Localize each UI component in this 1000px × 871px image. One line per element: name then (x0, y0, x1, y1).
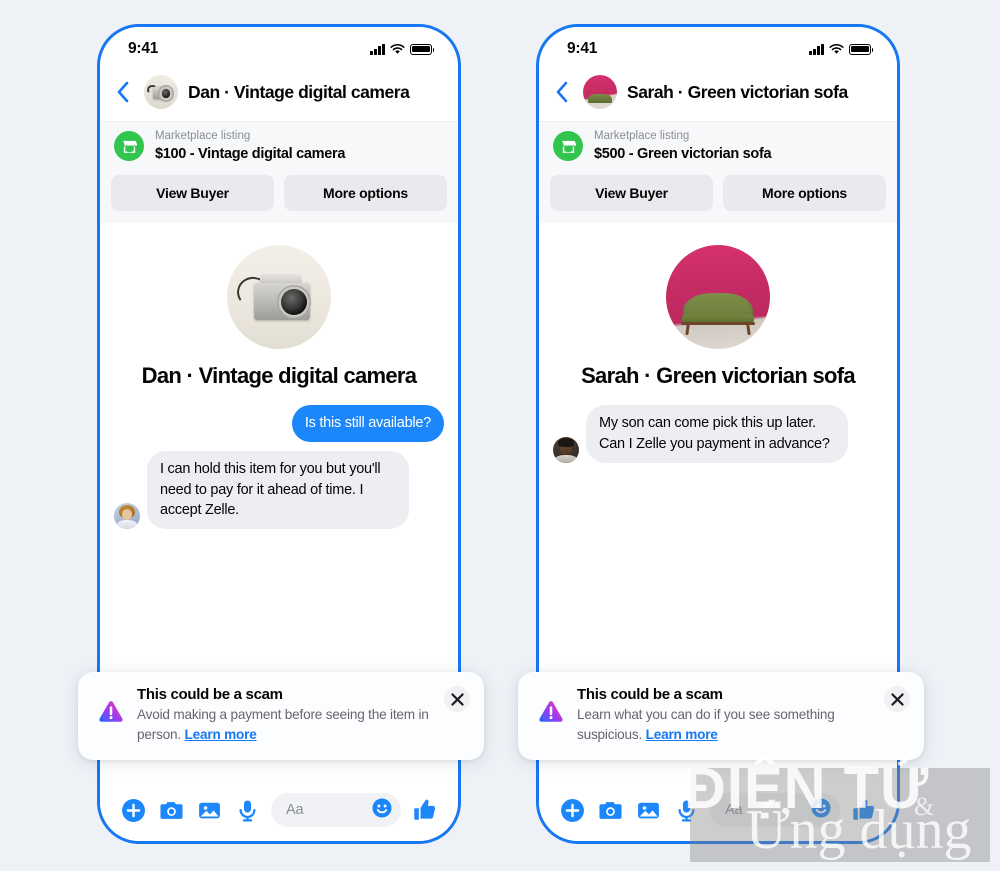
view-buyer-button[interactable]: View Buyer (111, 175, 274, 212)
listing-photo-sofa (666, 245, 770, 350)
close-icon[interactable] (444, 686, 470, 712)
signal-bars-icon (370, 43, 385, 55)
listing-text: Marketplace listing $500 - Green victori… (594, 129, 772, 163)
avatar-dan (114, 502, 140, 529)
plus-circle-icon[interactable] (114, 791, 152, 829)
status-bar-clock: 9:41 (128, 40, 159, 57)
microphone-icon[interactable] (228, 791, 266, 829)
image-icon[interactable] (190, 791, 228, 829)
listing-detail: $100 - Vintage digital camera (155, 145, 346, 162)
microphone-icon[interactable] (667, 791, 705, 829)
warning-text-block: This could be a scam Avoid making a paym… (137, 686, 468, 746)
plus-circle-icon[interactable] (553, 791, 591, 829)
learn-more-link[interactable]: Learn more (646, 727, 718, 742)
camera-icon[interactable] (591, 791, 629, 829)
listing-detail: $500 - Green victorian sofa (594, 145, 772, 162)
intro-avatar[interactable] (666, 245, 770, 350)
chat-header: Sarah · Green victorian sofa (539, 71, 897, 122)
listing-label: Marketplace listing (594, 130, 690, 142)
warning-body-text: Avoid making a payment before seeing the… (137, 707, 429, 743)
listing-photo-camera (227, 245, 331, 350)
message-input[interactable]: Aa (271, 793, 401, 827)
more-options-button[interactable]: More options (284, 175, 447, 212)
thread-intro: Sarah · Green victorian sofa (553, 241, 883, 389)
scam-warning-card: This could be a scam Learn what you can … (518, 672, 924, 760)
listing-photo-sofa (583, 75, 617, 109)
message-input-placeholder: Aa (725, 802, 743, 818)
camera-icon[interactable] (152, 791, 190, 829)
chevron-left-icon (556, 81, 568, 103)
marketplace-storefront-icon (114, 131, 144, 162)
intro-title: Sarah · Green victorian sofa (581, 363, 856, 389)
header-avatar[interactable] (583, 75, 617, 109)
warning-text-block: This could be a scam Learn what you can … (577, 686, 908, 746)
listing-photo-camera (144, 75, 178, 109)
warning-title: This could be a scam (577, 686, 723, 703)
chat-title: Sarah · Green victorian sofa (627, 81, 848, 102)
signal-bars-icon (809, 43, 824, 55)
screenshot-stage: 9:41 Dan · Vintage digital camera Market… (0, 0, 1000, 871)
message-bubble-incoming[interactable]: My son can come pick this up later. Can … (586, 405, 848, 463)
listing-label: Marketplace listing (155, 130, 251, 142)
message-avatar[interactable] (553, 436, 579, 463)
status-bar-clock: 9:41 (567, 40, 598, 57)
message-composer: Aa (539, 783, 897, 841)
intro-avatar[interactable] (227, 245, 331, 350)
chevron-left-icon (117, 81, 129, 103)
status-bar-icons (809, 43, 874, 55)
action-button-row: View Buyer More options (100, 171, 458, 224)
close-icon[interactable] (884, 686, 910, 712)
message-avatar[interactable] (114, 502, 140, 529)
message-input-placeholder: Aa (286, 802, 304, 818)
warning-triangle-icon (96, 698, 126, 728)
message-bubble-outgoing[interactable]: Is this still available? (291, 405, 444, 442)
back-button[interactable] (112, 77, 134, 107)
back-button[interactable] (551, 77, 573, 107)
warning-body: Learn what you can do if you see somethi… (577, 705, 888, 746)
message-bubble-incoming[interactable]: I can hold this item for you but you'll … (147, 450, 409, 529)
watermark-ampersand: & (914, 792, 935, 821)
status-bar: 9:41 (100, 27, 458, 71)
message-row: My son can come pick this up later. Can … (553, 405, 883, 463)
avatar-sarah (553, 436, 579, 463)
message-row: Is this still available? (114, 405, 444, 442)
wifi-icon (829, 43, 844, 55)
chat-header: Dan · Vintage digital camera (100, 71, 458, 122)
warning-triangle-icon (536, 698, 566, 728)
thread-intro: Dan · Vintage digital camera (114, 241, 444, 389)
message-list: Is this still available? I can hold this… (114, 405, 444, 529)
status-bar: 9:41 (539, 27, 897, 71)
image-icon[interactable] (629, 791, 667, 829)
message-list: My son can come pick this up later. Can … (553, 405, 883, 463)
action-button-row: View Buyer More options (539, 171, 897, 224)
intro-title: Dan · Vintage digital camera (141, 363, 417, 389)
status-bar-icons (370, 43, 435, 55)
marketplace-listing-row[interactable]: Marketplace listing $100 - Vintage digit… (100, 122, 458, 172)
header-avatar[interactable] (144, 75, 178, 109)
thumbs-up-icon[interactable] (406, 791, 444, 829)
message-composer: Aa (100, 783, 458, 841)
learn-more-link[interactable]: Learn more (185, 727, 257, 742)
smiley-icon[interactable] (810, 797, 832, 824)
battery-full-icon (849, 43, 874, 55)
scam-warning-card: This could be a scam Avoid making a paym… (78, 672, 484, 760)
wifi-icon (390, 43, 405, 55)
warning-title: This could be a scam (137, 686, 283, 703)
more-options-button[interactable]: More options (723, 175, 886, 212)
smiley-icon[interactable] (371, 797, 393, 824)
marketplace-listing-row[interactable]: Marketplace listing $500 - Green victori… (539, 122, 897, 172)
message-input[interactable]: Aa (710, 793, 840, 827)
warning-body: Avoid making a payment before seeing the… (137, 705, 448, 746)
view-buyer-button[interactable]: View Buyer (550, 175, 713, 212)
message-row: I can hold this item for you but you'll … (114, 450, 444, 529)
chat-title: Dan · Vintage digital camera (188, 81, 410, 102)
thumbs-up-icon[interactable] (845, 791, 883, 829)
listing-text: Marketplace listing $100 - Vintage digit… (155, 129, 345, 163)
battery-full-icon (410, 43, 435, 55)
marketplace-storefront-icon (553, 131, 583, 162)
